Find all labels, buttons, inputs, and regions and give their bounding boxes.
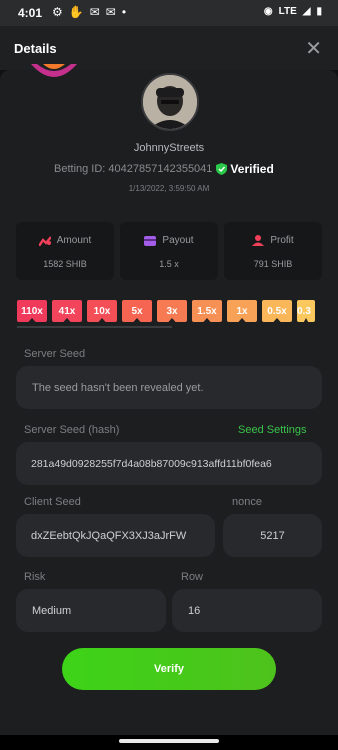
- eye-icon: ◉: [263, 6, 273, 17]
- profit-user-icon: [252, 235, 265, 246]
- network-label: LTE: [278, 6, 297, 17]
- system-icons: ◉ LTE ◢ ▮: [264, 6, 322, 17]
- hand-icon: ✋: [68, 5, 84, 19]
- shield-check-icon: [216, 163, 228, 175]
- home-gesture-handle[interactable]: [119, 739, 219, 743]
- risk-field[interactable]: Medium: [16, 589, 166, 632]
- dot-icon: •: [121, 5, 127, 19]
- stat-amount-value: 1582 SHIB: [43, 259, 87, 269]
- multiplier-slot: 5x: [122, 300, 152, 322]
- amount-icon: [38, 235, 51, 246]
- navigation-bar: [0, 735, 338, 750]
- stat-amount-label: Amount: [56, 235, 92, 246]
- settings-gear-icon: ⚙: [52, 5, 63, 19]
- notification-icons: ⚙ ✋ ✉ ✉ •: [52, 5, 126, 19]
- seed-settings-link[interactable]: Seed Settings: [238, 424, 307, 436]
- server-seed-hash-label: Server Seed (hash): [24, 424, 120, 436]
- stat-profit: Profit 791 SHIB: [224, 222, 322, 280]
- stat-profit-value: 791 SHIB: [253, 259, 293, 269]
- stat-payout-value: 1.5 x: [159, 259, 179, 269]
- status-time: 4:01: [18, 6, 43, 20]
- server-seed-field: The seed hasn't been revealed yet.: [16, 366, 322, 409]
- gmail-icon: ✉: [89, 5, 100, 19]
- verified-label: Verified: [230, 162, 274, 176]
- bet-date: 1/13/2022, 3:59:50 AM: [128, 184, 210, 193]
- dialog-title: Details: [14, 41, 57, 56]
- nonce-label: nonce: [232, 496, 262, 508]
- betting-id: Betting ID: 40427857142355041: [54, 163, 213, 175]
- stat-payout: Payout 1.5 x: [120, 222, 218, 280]
- status-bar: 4:01 ⚙ ✋ ✉ ✉ • ◉ LTE ◢ ▮: [0, 0, 338, 26]
- stats-row: Amount 1582 SHIB Payout 1.5 x Profit 791…: [16, 222, 322, 280]
- multiplier-slot: 10x: [87, 300, 117, 322]
- nonce-field[interactable]: 5217: [223, 514, 322, 557]
- betting-id-row: Betting ID: 40427857142355041 Verified: [54, 162, 274, 176]
- avatar: [141, 73, 199, 131]
- payout-card-icon: [144, 235, 157, 246]
- row-field[interactable]: 16: [172, 589, 322, 632]
- client-seed-label: Client Seed: [24, 496, 81, 508]
- username: JohnnyStreets: [133, 142, 205, 154]
- signal-icon: ◢: [302, 6, 311, 17]
- multiplier-slot: 0.5x: [262, 300, 292, 322]
- stat-amount: Amount 1582 SHIB: [16, 222, 114, 280]
- risk-label: Risk: [24, 571, 46, 583]
- client-seed-field[interactable]: dxZEebtQkJQaQFX3XJ3aJrFW: [16, 514, 215, 557]
- close-icon[interactable]: ✕: [305, 36, 322, 61]
- avatar-photo: [143, 75, 197, 129]
- gmail-icon-2: ✉: [105, 5, 116, 19]
- multiplier-slot: 41x: [52, 300, 82, 322]
- multiplier-slot: 0.3: [297, 300, 315, 322]
- multiplier-slot: 3x: [157, 300, 187, 322]
- multiplier-slot: 1x: [227, 300, 257, 322]
- battery-icon: ▮: [316, 6, 322, 17]
- multiplier-row: 110x 41x 10x 5x 3x 1.5x 1x 0.5x 0.3: [17, 300, 315, 322]
- multiplier-slot: 1.5x: [192, 300, 222, 322]
- server-seed-hash-field[interactable]: 281a49d0928255f7d4a08b87009c913affd11bf0…: [16, 442, 322, 485]
- multiplier-scroll-indicator: [17, 326, 172, 328]
- row-label: Row: [181, 571, 204, 583]
- server-seed-label: Server Seed: [24, 348, 86, 360]
- multiplier-slot: 110x: [17, 300, 47, 322]
- brand-logo-fragment: [31, 64, 77, 77]
- stat-payout-label: Payout: [162, 235, 194, 246]
- verify-button[interactable]: Verify: [62, 648, 276, 690]
- verified-badge: Verified: [216, 162, 274, 176]
- stat-profit-label: Profit: [270, 235, 294, 246]
